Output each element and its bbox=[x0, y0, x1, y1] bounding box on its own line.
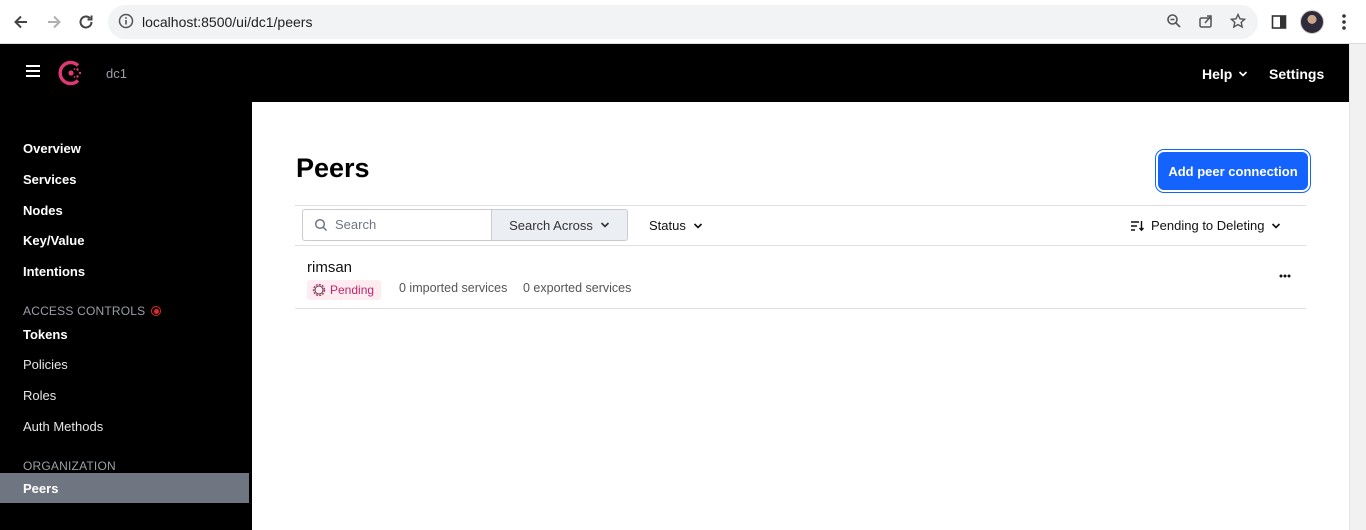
sidebar-item-services[interactable]: Services bbox=[23, 172, 77, 187]
datacenter-label[interactable]: dc1 bbox=[106, 66, 127, 81]
exported-services-count: 0 exported services bbox=[523, 281, 632, 295]
sort-icon bbox=[1131, 220, 1144, 231]
status-badge: Pending bbox=[307, 280, 382, 300]
sidebar-item-label: Peers bbox=[23, 481, 59, 496]
forward-arrow-icon[interactable] bbox=[42, 10, 66, 34]
chevron-down-icon bbox=[600, 222, 609, 228]
sidebar-item-roles[interactable]: Roles bbox=[23, 388, 56, 403]
sidebar-item-key-value[interactable]: Key/Value bbox=[23, 233, 84, 248]
access-controls-label: ACCESS CONTROLS bbox=[23, 304, 146, 318]
address-bar[interactable]: localhost:8500/ui/dc1/peers bbox=[108, 5, 1258, 39]
filter-toolbar: Search Across Status Pending to Deleting bbox=[295, 205, 1306, 246]
alert-dot-icon bbox=[151, 306, 162, 316]
list-item[interactable]: rimsan Pending 0 imported services 0 exp… bbox=[295, 246, 1306, 309]
sidebar: Overview Services Nodes Key/Value Intent… bbox=[0, 102, 252, 530]
status-text: Pending bbox=[330, 283, 375, 297]
peer-name[interactable]: rimsan bbox=[307, 259, 352, 276]
organization-label: ORGANIZATION bbox=[23, 459, 116, 473]
sidebar-item-policies[interactable]: Policies bbox=[23, 357, 68, 372]
status-filter-label: Status bbox=[649, 218, 686, 233]
access-controls-section: ACCESS CONTROLS bbox=[23, 304, 162, 318]
sidebar-item-intentions[interactable]: Intentions bbox=[23, 264, 85, 279]
side-panel-icon[interactable] bbox=[1267, 10, 1291, 34]
profile-avatar[interactable] bbox=[1300, 10, 1324, 34]
add-peer-connection-button[interactable]: Add peer connection bbox=[1158, 152, 1308, 190]
browser-toolbar: localhost:8500/ui/dc1/peers bbox=[0, 0, 1366, 44]
bookmark-star-icon[interactable] bbox=[1229, 12, 1248, 31]
site-info-icon[interactable] bbox=[118, 13, 136, 31]
url-text[interactable]: localhost:8500/ui/dc1/peers bbox=[142, 14, 312, 30]
hamburger-menu-icon[interactable] bbox=[26, 65, 42, 79]
chevron-down-icon bbox=[693, 222, 702, 229]
search-across-dropdown[interactable]: Search Across bbox=[491, 209, 628, 241]
pending-icon bbox=[312, 283, 326, 297]
more-actions-icon[interactable] bbox=[1275, 266, 1295, 286]
settings-link[interactable]: Settings bbox=[1269, 66, 1324, 82]
kebab-menu-icon[interactable] bbox=[1332, 10, 1356, 34]
imported-services-count: 0 imported services bbox=[399, 281, 508, 295]
sidebar-item-overview[interactable]: Overview bbox=[23, 141, 81, 156]
search-field[interactable] bbox=[302, 209, 491, 241]
help-menu[interactable]: Help bbox=[1202, 66, 1248, 82]
share-icon[interactable] bbox=[1198, 13, 1216, 31]
app-header: dc1 Help Settings bbox=[0, 44, 1349, 102]
page-title: Peers bbox=[296, 153, 370, 183]
search-input[interactable] bbox=[335, 217, 485, 232]
chevron-down-icon bbox=[1272, 222, 1281, 229]
page-scrollbar[interactable] bbox=[1349, 44, 1366, 530]
search-icon bbox=[314, 218, 328, 232]
help-label: Help bbox=[1202, 66, 1233, 82]
sidebar-item-auth-methods[interactable]: Auth Methods bbox=[23, 419, 103, 434]
consul-logo-icon[interactable] bbox=[57, 59, 85, 87]
search-across-label: Search Across bbox=[509, 217, 593, 233]
sort-dropdown[interactable]: Pending to Deleting bbox=[1130, 218, 1281, 233]
back-arrow-icon[interactable] bbox=[9, 10, 33, 34]
status-filter-dropdown[interactable]: Status bbox=[649, 218, 703, 233]
sort-label: Pending to Deleting bbox=[1151, 218, 1265, 233]
sidebar-item-peers[interactable]: Peers bbox=[0, 473, 249, 503]
sidebar-item-nodes[interactable]: Nodes bbox=[23, 203, 63, 218]
chevron-down-icon bbox=[1239, 71, 1248, 77]
sidebar-item-tokens[interactable]: Tokens bbox=[23, 327, 68, 342]
reload-icon[interactable] bbox=[74, 10, 98, 34]
zoom-icon[interactable] bbox=[1166, 13, 1184, 31]
